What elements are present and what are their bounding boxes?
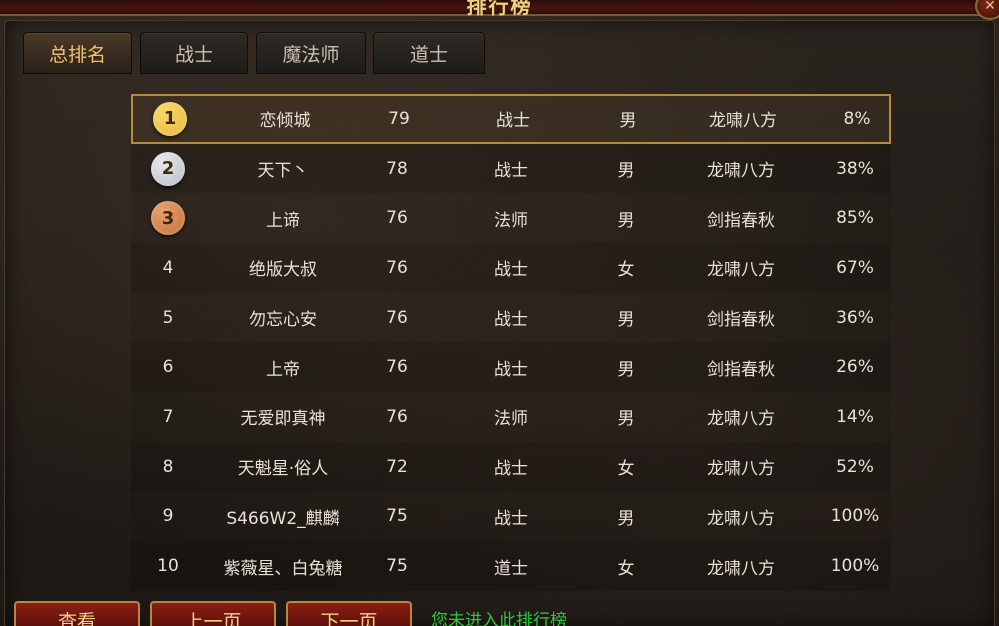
player-guild: 龙啸八方 [707,260,775,281]
player-level: 78 [386,158,408,179]
tab-taoist[interactable]: 道士 [373,32,485,74]
player-class: 道士 [494,558,528,579]
player-class: 战士 [496,111,530,132]
silver-medal-icon: 2 [151,151,185,186]
table-row[interactable]: 7 无爱即真神 76 法师 男 龙啸八方 14% [131,392,891,442]
player-class: 战士 [494,161,528,182]
rank-cell: 1 [133,96,207,142]
player-guild: 剑指春秋 [707,210,775,231]
table-row[interactable]: 3 上谛 76 法师 男 剑指春秋 85% [131,193,891,244]
player-class: 战士 [494,359,528,380]
player-level: 76 [386,257,408,278]
player-guild: 龙啸八方 [707,161,775,182]
player-guild: 龙啸八方 [707,508,775,529]
player-gender: 女 [617,260,635,281]
player-guild: 龙啸八方 [707,459,775,480]
player-gender: 男 [617,310,635,331]
title-bar: 排行榜 [0,0,999,18]
player-class: 战士 [494,310,528,331]
player-gender: 男 [617,508,635,529]
tab-overall[interactable]: 总排名 [23,32,132,74]
rank-cell: 4 [162,257,174,278]
player-gender: 男 [617,161,635,182]
player-percent: 38% [836,158,874,179]
player-level: 75 [386,506,408,527]
player-class: 战士 [494,459,528,480]
player-guild: 剑指春秋 [707,310,775,331]
table-row[interactable]: 2 天下丶 78 战士 男 龙啸八方 38% [131,143,891,194]
bronze-medal-icon: 3 [151,201,185,236]
rank-cell: 3 [131,193,205,243]
player-level: 72 [386,456,408,477]
player-gender: 女 [617,558,635,579]
player-percent: 100% [830,556,880,577]
player-name: S466W2_麒麟 [226,508,340,529]
table-row[interactable]: 4 绝版大叔 76 战士 女 龙啸八方 67% [131,243,891,293]
player-percent: 36% [836,307,874,328]
player-name: 天下丶 [257,161,309,182]
player-level: 76 [386,406,408,427]
player-class: 法师 [494,409,528,430]
player-level: 76 [386,357,408,378]
player-level: 79 [388,108,410,129]
player-gender: 女 [617,459,635,480]
rank-cell: 10 [157,556,179,577]
prev-page-button[interactable]: 上一页 [150,601,276,626]
rank-cell: 7 [162,406,174,427]
next-page-button[interactable]: 下一页 [286,601,412,626]
view-button[interactable]: 查看 [14,601,140,626]
player-name: 无爱即真神 [240,409,326,430]
player-name: 上帝 [266,359,300,380]
player-level: 76 [386,208,408,229]
player-percent: 100% [830,506,880,527]
rank-cell: 8 [162,456,174,477]
rank-cell: 2 [131,144,205,194]
player-name: 绝版大叔 [249,260,317,281]
rank-cell: 6 [162,357,174,378]
ranking-table: 1 恋倾城 79 战士男龙啸八方 8% 2 天下丶 78 战士男龙啸八方 38% 3 上谛 76 法师男剑… [131,94,891,591]
rank-cell: 5 [162,307,174,328]
window-title: 排行榜 [466,0,533,18]
player-guild: 龙啸八方 [709,111,777,132]
player-gender: 男 [617,210,635,231]
player-name: 恋倾城 [259,111,311,132]
table-row[interactable]: 6 上帝 76 战士 男 剑指春秋 26% [131,342,891,393]
player-guild: 龙啸八方 [707,409,775,430]
player-percent: 85% [836,208,874,229]
player-class: 战士 [494,508,528,529]
player-percent: 26% [836,357,874,378]
player-percent: 67% [836,257,874,278]
player-level: 76 [386,307,408,328]
player-gender: 男 [617,409,635,430]
player-gender: 男 [617,359,635,380]
player-class: 法师 [494,210,528,231]
gold-medal-icon: 1 [153,101,187,136]
player-percent: 8% [843,108,871,129]
player-guild: 剑指春秋 [707,359,775,380]
rank-cell: 9 [162,506,174,527]
player-gender: 男 [619,111,637,132]
player-class: 战士 [494,260,528,281]
player-name: 天魁星·俗人 [237,459,329,480]
table-row[interactable]: 9 S466W2_麒麟 75 战士 男 龙啸八方 100% [131,491,891,542]
player-name: 紫薇星、白兔糖 [223,558,343,579]
player-guild: 龙啸八方 [707,558,775,579]
player-percent: 52% [836,456,874,477]
tab-warrior[interactable]: 战士 [140,32,248,74]
player-level: 75 [386,556,408,577]
status-message: 您未进入此排行榜 [431,611,567,626]
player-percent: 14% [836,406,874,427]
table-row[interactable]: 1 恋倾城 79 战士 男 龙啸八方 8% [131,94,891,144]
table-row[interactable]: 10 紫薇星、白兔糖 75 道士 女 龙啸八方 100% [131,541,891,591]
table-row[interactable]: 5 勿忘心安 76 战士 男 剑指春秋 36% [131,292,891,343]
tab-mage[interactable]: 魔法师 [256,32,366,74]
table-row[interactable]: 8 天魁星·俗人 72 战士 女 龙啸八方 52% [131,441,891,492]
leaderboard-window: 排行榜 ✕ 总排名 战士 魔法师 道士 1 恋倾城 79 战士男龙啸八方 8% 2 天下丶 7… [0,0,999,626]
player-name: 上谛 [266,210,300,231]
player-name: 勿忘心安 [249,310,317,331]
